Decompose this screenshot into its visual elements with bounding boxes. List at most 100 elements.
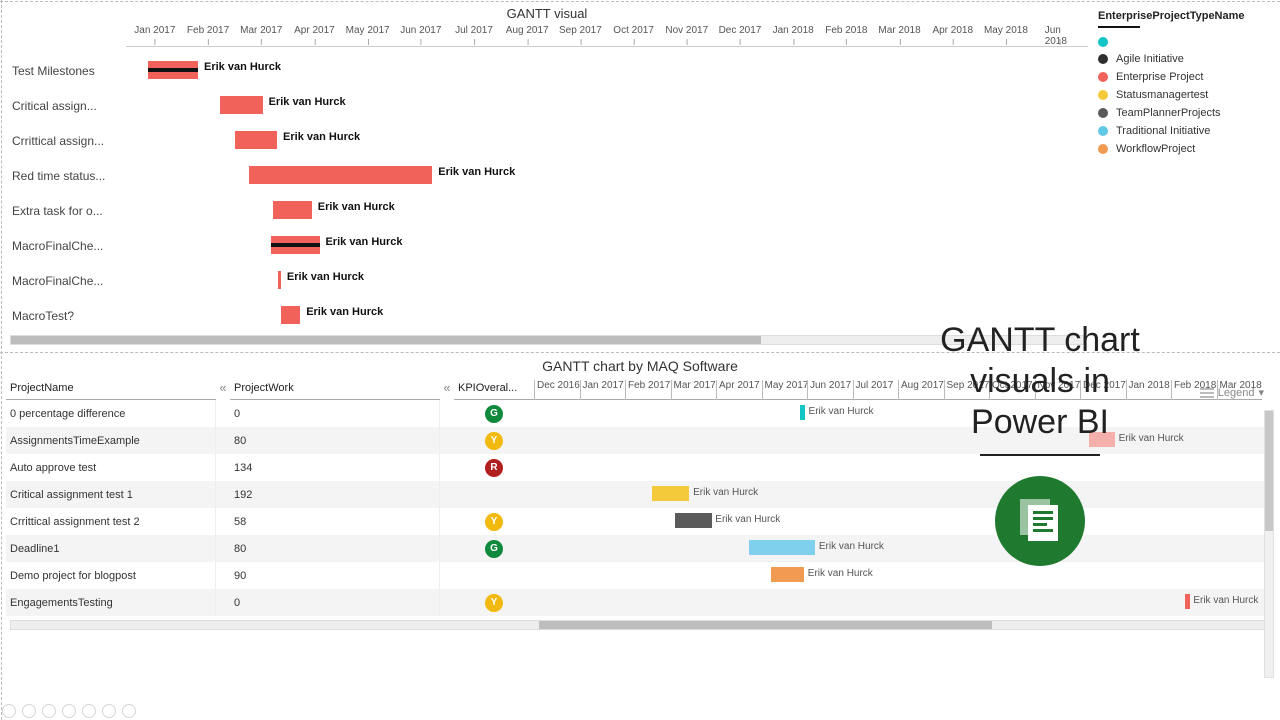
gantt-task-row[interactable]: MacroFinalChe...Erik van Hurck xyxy=(6,263,1088,298)
task-bar[interactable] xyxy=(235,131,277,149)
table-row[interactable]: Deadline180GErik van Hurck xyxy=(6,535,1274,562)
legend-item[interactable]: Traditional Initiative xyxy=(1094,122,1274,140)
task-bar[interactable] xyxy=(771,567,804,582)
cell-projectname: 0 percentage difference xyxy=(6,400,216,427)
page-minus-icon[interactable] xyxy=(122,704,136,718)
legend-card[interactable]: EnterpriseProjectTypeName Agile Initiati… xyxy=(1094,4,1274,304)
cell-sep xyxy=(440,454,454,481)
table-row[interactable]: Demo project for blogpost90Erik van Hurc… xyxy=(6,562,1274,589)
cell-kpi xyxy=(454,481,534,508)
cell-kpi: G xyxy=(454,535,534,562)
resource-label: Erik van Hurck xyxy=(204,61,281,73)
task-bar[interactable] xyxy=(800,405,804,420)
gantt-task-row[interactable]: Critical assign...Erik van Hurck xyxy=(6,88,1088,123)
axis-tick: May 2017 xyxy=(346,25,390,36)
page-guide-mid xyxy=(0,352,1280,353)
page-guide-left xyxy=(1,0,2,720)
table-row[interactable]: 0 percentage difference0GErik van Hurck xyxy=(6,400,1274,427)
cell-sep xyxy=(216,589,230,616)
task-bar[interactable] xyxy=(1089,432,1115,447)
horizontal-scrollbar[interactable] xyxy=(10,620,1270,630)
task-bar[interactable] xyxy=(273,201,312,219)
task-label: MacroFinalChe... xyxy=(6,274,124,288)
page-next-icon[interactable] xyxy=(42,704,56,718)
table-row[interactable]: Crrittical assignment test 258YErik van … xyxy=(6,508,1274,535)
axis-tick: Mar 2018 xyxy=(1217,380,1262,400)
page-edit-icon[interactable] xyxy=(62,704,76,718)
axis-tick: Feb 2018 xyxy=(825,25,867,36)
page-zoom-icon[interactable] xyxy=(102,704,116,718)
task-bar[interactable] xyxy=(652,486,689,501)
legend-swatch-icon xyxy=(1098,54,1108,64)
cell-projectwork: 80 xyxy=(230,427,440,454)
cell-projectname: Auto approve test xyxy=(6,454,216,481)
maq-gantt-card[interactable]: GANTT chart by MAQ Software Legend ▾ Pro… xyxy=(6,356,1274,702)
collapse-right-icon[interactable]: « xyxy=(440,380,454,400)
legend-item[interactable]: TeamPlannerProjects xyxy=(1094,104,1274,122)
page-play-icon[interactable] xyxy=(22,704,36,718)
task-bar[interactable] xyxy=(271,236,319,254)
gantt-visual-card[interactable]: GANTT visual Jan 2017Feb 2017Mar 2017Apr… xyxy=(6,4,1088,350)
gantt-timeline-axis: Jan 2017Feb 2017Mar 2017Apr 2017May 2017… xyxy=(126,25,1088,47)
task-bar[interactable] xyxy=(749,540,816,555)
maq-timeline-axis: Dec 2016Jan 2017Feb 2017Mar 2017Apr 2017… xyxy=(534,380,1262,400)
axis-tick: Aug 2017 xyxy=(898,380,944,400)
axis-tick: Jun 2017 xyxy=(807,380,851,400)
gantt-task-row[interactable]: Test MilestonesErik van Hurck xyxy=(6,53,1088,88)
cell-kpi: Y xyxy=(454,508,534,535)
page-nav-icons[interactable] xyxy=(2,704,136,718)
col-header-projectwork[interactable]: ProjectWork xyxy=(230,380,440,400)
table-row[interactable]: AssignmentsTimeExample80YErik van Hurck xyxy=(6,427,1274,454)
task-bar[interactable] xyxy=(278,271,281,289)
gantt-task-row[interactable]: Red time status...Erik van Hurck xyxy=(6,158,1088,193)
resource-label: Erik van Hurck xyxy=(438,166,515,178)
gantt-task-row[interactable]: Crrittical assign...Erik van Hurck xyxy=(6,123,1088,158)
task-bar[interactable] xyxy=(281,306,300,324)
task-bar[interactable] xyxy=(675,513,712,528)
axis-tick: Jul 2017 xyxy=(455,25,493,36)
task-bar[interactable] xyxy=(1185,594,1189,609)
collapse-left-icon[interactable]: « xyxy=(216,380,230,400)
legend-swatch-icon xyxy=(1098,90,1108,100)
col-header-projectname[interactable]: ProjectName xyxy=(6,380,216,400)
task-lane: Erik van Hurck xyxy=(124,193,1088,228)
task-bar[interactable] xyxy=(249,166,432,184)
resource-label: Erik van Hurck xyxy=(318,201,395,213)
legend-item[interactable]: Agile Initiative xyxy=(1094,50,1274,68)
table-row[interactable]: Auto approve test134R xyxy=(6,454,1274,481)
axis-tick: Jun 2017 xyxy=(400,25,441,36)
page-back-icon[interactable] xyxy=(2,704,16,718)
task-lane: Erik van Hurck xyxy=(124,123,1088,158)
legend-item[interactable]: Enterprise Project xyxy=(1094,68,1274,86)
axis-tick: Sep 2017 xyxy=(559,25,602,36)
task-bar[interactable] xyxy=(220,96,262,114)
gantt-task-row[interactable]: MacroFinalChe...Erik van Hurck xyxy=(6,228,1088,263)
resource-label: Erik van Hurck xyxy=(306,306,383,318)
task-bar[interactable] xyxy=(148,61,198,79)
cell-projectname: EngagementsTesting xyxy=(6,589,216,616)
table-row[interactable]: EngagementsTesting 0 Y Erik van Hurck xyxy=(6,589,1274,616)
kpi-badge: Y xyxy=(485,432,503,450)
kpi-badge: Y xyxy=(485,594,503,612)
gantt-task-row[interactable]: Extra task for o...Erik van Hurck xyxy=(6,193,1088,228)
col-header-kpi[interactable]: KPIOveral... xyxy=(454,380,534,400)
page-copy-icon[interactable] xyxy=(82,704,96,718)
cell-sep xyxy=(216,454,230,481)
vertical-scrollbar[interactable] xyxy=(1264,410,1274,678)
horizontal-scrollbar[interactable] xyxy=(10,335,1084,345)
task-lane: Erik van Hurck xyxy=(124,263,1088,298)
legend-item[interactable]: Statusmanagertest xyxy=(1094,86,1274,104)
gantt-task-row[interactable]: MacroTest?Erik van Hurck xyxy=(6,298,1088,333)
table-row[interactable]: Critical assignment test 1192Erik van Hu… xyxy=(6,481,1274,508)
cell-sep xyxy=(440,427,454,454)
cell-kpi: R xyxy=(454,454,534,481)
axis-tick: Nov 2017 xyxy=(665,25,708,36)
legend-item[interactable]: WorkflowProject xyxy=(1094,140,1274,158)
cell-projectwork: 0 xyxy=(230,589,440,616)
resource-label: Erik van Hurck xyxy=(1193,595,1258,606)
task-label: MacroFinalChe... xyxy=(6,239,124,253)
cell-projectwork: 58 xyxy=(230,508,440,535)
legend-title: EnterpriseProjectTypeName xyxy=(1094,4,1274,24)
legend-item[interactable] xyxy=(1094,34,1274,50)
axis-tick: Feb 2018 xyxy=(1171,380,1216,400)
